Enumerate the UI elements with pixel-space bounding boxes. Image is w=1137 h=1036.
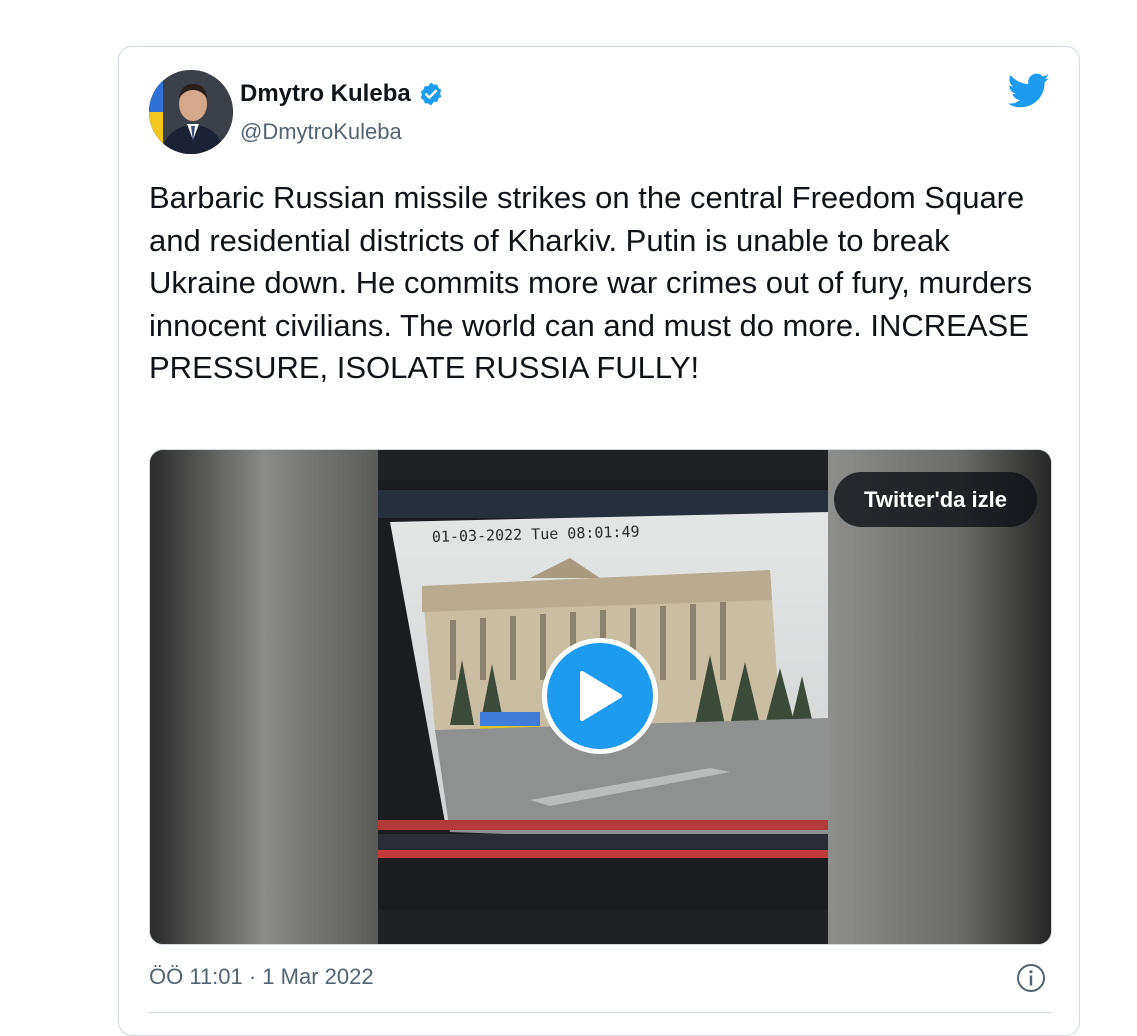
twitter-bird-icon[interactable] bbox=[1008, 73, 1050, 109]
verified-badge-icon bbox=[420, 82, 441, 106]
play-button[interactable] bbox=[542, 638, 658, 754]
video-media[interactable]: 01-03-2022 Tue 08:01:49 Twitter'da izle bbox=[149, 449, 1052, 945]
divider bbox=[149, 1012, 1051, 1013]
author-handle[interactable]: @DmytroKuleba bbox=[240, 119, 402, 145]
author-name[interactable]: Dmytro Kuleba bbox=[240, 80, 444, 108]
tweet-text: Barbaric Russian missile strikes on the … bbox=[149, 180, 1033, 385]
avatar[interactable] bbox=[149, 70, 233, 154]
play-icon bbox=[580, 671, 622, 721]
author-name-text: Dmytro Kuleba bbox=[240, 80, 411, 107]
tweet-timestamp[interactable]: ÖÖ 11:01 · 1 Mar 2022 bbox=[149, 964, 374, 990]
info-icon[interactable] bbox=[1016, 963, 1046, 993]
tweet-card: Dmytro Kuleba @DmytroKuleba Barbaric Rus… bbox=[118, 46, 1080, 1036]
watch-on-twitter-button[interactable]: Twitter'da izle bbox=[834, 472, 1037, 527]
